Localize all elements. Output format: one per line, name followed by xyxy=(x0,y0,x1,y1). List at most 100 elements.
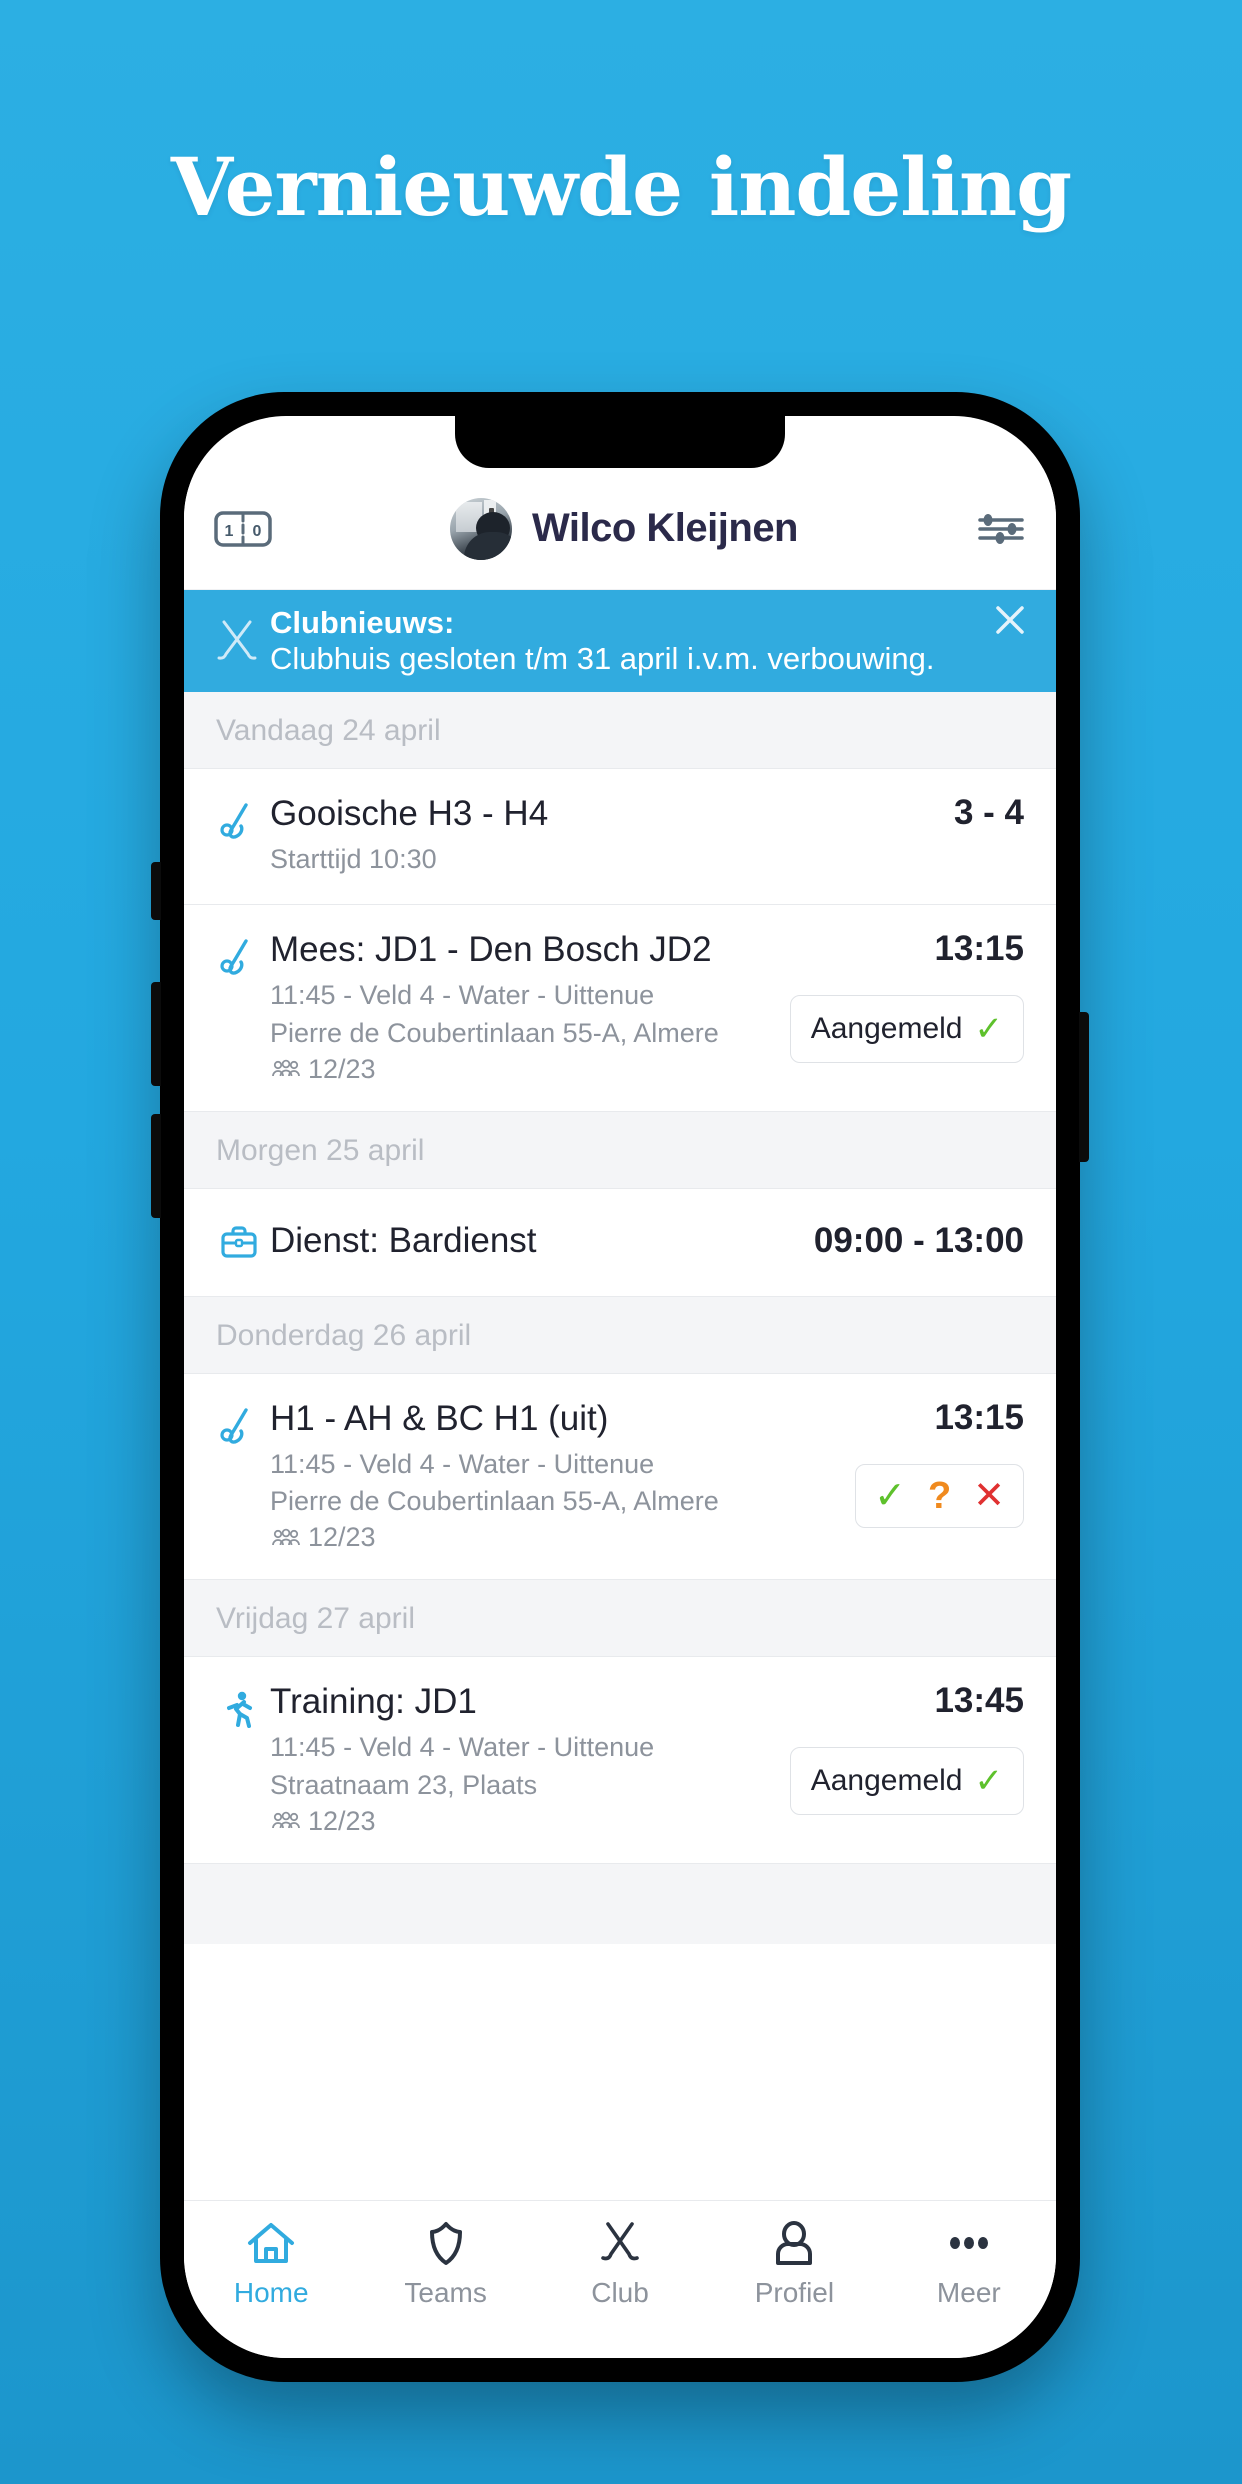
user-name: Wilco Kleijnen xyxy=(531,506,799,550)
tab-home[interactable]: Home xyxy=(184,2219,358,2309)
phone-mockup: 1 0 Wilco Kleijnen Clubnieuws: Clubhuis … xyxy=(151,392,1089,2382)
day-header: Donderdag 26 april xyxy=(184,1296,1056,1374)
event-title: Gooische H3 - H4 xyxy=(270,794,549,833)
page-title: Vernieuwde indeling xyxy=(170,140,1072,234)
event-right: 13:15 Aangemeld ✓ xyxy=(789,929,1024,1085)
svg-text:0: 0 xyxy=(253,523,262,540)
event-feed[interactable]: Vandaag 24 april Gooische H3 - H4 Startt… xyxy=(184,692,1056,2200)
tab-teams[interactable]: Teams xyxy=(358,2219,532,2309)
people-icon xyxy=(272,1059,300,1077)
tab-club[interactable]: Club xyxy=(533,2219,707,2309)
event-score: 3 - 4 xyxy=(953,793,1024,832)
day-header: Morgen 25 april xyxy=(184,1111,1056,1189)
hockey-stick-ball-icon xyxy=(216,1398,270,1554)
event-time: 09:00 - 13:00 xyxy=(813,1221,1024,1261)
tab-label: Club xyxy=(591,2277,649,2308)
attendance-count: 12/23 xyxy=(308,1522,376,1553)
hockey-stick-ball-icon xyxy=(216,929,270,1085)
event-right: 13:45 Aangemeld ✓ xyxy=(789,1681,1024,1837)
tab-label: Meer xyxy=(936,2277,1001,2308)
feed-bottom-spacer xyxy=(184,1863,1056,1944)
sliders-icon[interactable] xyxy=(976,509,1026,549)
event-row[interactable]: H1 - AH & BC H1 (uit) 11:45 - Veld 4 - W… xyxy=(184,1373,1056,1581)
rsvp-button-group[interactable]: ✓ ? ✕ xyxy=(855,1463,1024,1528)
crossed-hockey-sticks-icon xyxy=(210,614,264,668)
event-time: 13:15 xyxy=(934,929,1024,969)
person-icon xyxy=(776,2221,813,2265)
event-subline: 11:45 - Veld 4 - Water - Uittenue xyxy=(270,1732,655,1763)
club-news-banner[interactable]: Clubnieuws: Clubhuis gesloten t/m 31 apr… xyxy=(184,590,1056,692)
attendance-count: 12/23 xyxy=(308,1805,376,1836)
event-title: Training: JD1 xyxy=(270,1682,477,1722)
banner-body: Clubhuis gesloten t/m 31 april i.v.m. ve… xyxy=(270,641,935,676)
shield-icon xyxy=(429,2222,462,2265)
avatar[interactable] xyxy=(449,497,512,560)
event-attendance: 12/23 xyxy=(270,1806,780,1837)
phone-volume-up-button xyxy=(151,982,161,1086)
signup-status-label: Aangemeld xyxy=(810,1764,963,1798)
svg-text:1: 1 xyxy=(225,523,234,540)
event-right: 3 - 4 xyxy=(794,793,1024,878)
event-location: Straatnaam 23, Plaats xyxy=(270,1769,538,1800)
event-row[interactable]: Gooische H3 - H4 Starttijd 10:30 3 - 4 xyxy=(184,769,1056,906)
event-subline: 11:45 - Veld 4 - Water - Uittenue xyxy=(270,1448,655,1479)
day-header: Vandaag 24 april xyxy=(184,692,1056,769)
running-person-icon xyxy=(216,1681,270,1837)
tab-meer[interactable]: Meer xyxy=(882,2219,1056,2309)
event-row[interactable]: Mees: JD1 - Den Bosch JD2 11:45 - Veld 4… xyxy=(184,905,1056,1112)
event-details: H1 - AH & BC H1 (uit) 11:45 - Veld 4 - W… xyxy=(270,1398,794,1554)
event-time: 13:15 xyxy=(934,1397,1024,1437)
event-title: H1 - AH & BC H1 (uit) xyxy=(270,1398,609,1438)
hockey-stick-ball-icon xyxy=(216,793,270,878)
bottom-tab-bar: Home Teams Club Profiel Meer xyxy=(184,2200,1056,2358)
rsvp-no-icon[interactable]: ✕ xyxy=(973,1477,1005,1515)
ellipsis-icon xyxy=(949,2237,988,2249)
event-location: Pierre de Coubertinlaan 55-A, Almere xyxy=(270,1017,719,1048)
day-header: Vrijdag 27 april xyxy=(184,1580,1056,1658)
phone-notch xyxy=(455,416,785,468)
signup-status-button[interactable]: Aangemeld ✓ xyxy=(789,995,1024,1064)
event-subline: Starttijd 10:30 xyxy=(270,844,437,874)
phone-volume-down-button xyxy=(151,1114,161,1218)
rsvp-maybe-icon[interactable]: ? xyxy=(928,1477,951,1515)
event-right: 09:00 - 13:00 xyxy=(794,1221,1024,1261)
event-subline: 11:45 - Veld 4 - Water - Uittenue xyxy=(270,980,655,1011)
scoreboard-icon[interactable]: 1 0 xyxy=(214,509,272,549)
tab-profiel[interactable]: Profiel xyxy=(707,2219,881,2309)
home-icon xyxy=(248,2223,295,2263)
header-user[interactable]: Wilco Kleijnen xyxy=(272,497,976,560)
event-attendance: 12/23 xyxy=(270,1054,780,1085)
briefcase-icon xyxy=(216,1213,270,1270)
event-title: Dienst: Bardienst xyxy=(270,1221,537,1261)
tab-label: Profiel xyxy=(754,2277,835,2308)
event-row[interactable]: Training: JD1 11:45 - Veld 4 - Water - U… xyxy=(184,1657,1056,1864)
banner-text: Clubnieuws: Clubhuis gesloten t/m 31 apr… xyxy=(270,605,990,677)
signup-status-label: Aangemeld xyxy=(810,1012,963,1046)
event-row[interactable]: Dienst: Bardienst 09:00 - 13:00 xyxy=(184,1188,1056,1297)
event-attendance: 12/23 xyxy=(270,1522,780,1553)
people-icon xyxy=(272,1528,300,1545)
event-details: Training: JD1 11:45 - Veld 4 - Water - U… xyxy=(270,1681,794,1837)
close-icon[interactable] xyxy=(990,600,1030,640)
app-header: 1 0 Wilco Kleijnen xyxy=(184,468,1056,590)
phone-power-button xyxy=(1079,1012,1089,1162)
event-details: Mees: JD1 - Den Bosch JD2 11:45 - Veld 4… xyxy=(270,929,794,1085)
event-right: 13:15 ✓ ? ✕ xyxy=(794,1398,1024,1554)
event-location: Pierre de Coubertinlaan 55-A, Almere xyxy=(270,1486,719,1516)
event-title: Mees: JD1 - Den Bosch JD2 xyxy=(270,930,712,970)
phone-silent-switch xyxy=(151,862,161,920)
banner-title: Clubnieuws: xyxy=(270,605,455,641)
tab-label: Teams xyxy=(404,2277,487,2308)
people-icon xyxy=(272,1811,300,1829)
check-icon: ✓ xyxy=(974,1010,1004,1049)
event-details: Dienst: Bardienst xyxy=(270,1220,794,1262)
signup-status-button[interactable]: Aangemeld ✓ xyxy=(789,1747,1024,1816)
check-icon: ✓ xyxy=(974,1762,1004,1801)
crossed-hockey-sticks-icon xyxy=(601,2222,639,2261)
event-time: 13:45 xyxy=(934,1681,1024,1721)
rsvp-yes-icon[interactable]: ✓ xyxy=(874,1477,906,1515)
event-details: Gooische H3 - H4 Starttijd 10:30 xyxy=(270,793,794,878)
phone-screen: 1 0 Wilco Kleijnen Clubnieuws: Clubhuis … xyxy=(184,416,1056,2358)
tab-label: Home xyxy=(233,2277,309,2308)
attendance-count: 12/23 xyxy=(308,1053,376,1084)
